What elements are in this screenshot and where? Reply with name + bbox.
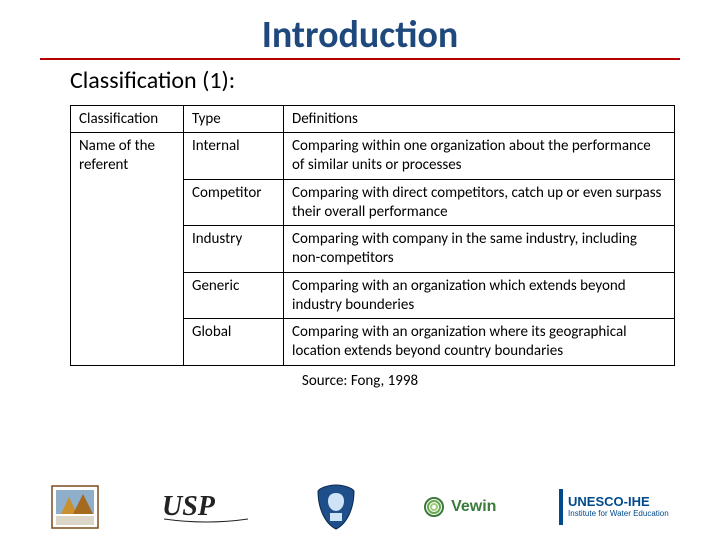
header-type: Type [184,105,284,133]
definition-cell: Comparing with an organization where its… [284,319,675,366]
affiliate-logo-icon [51,485,99,529]
slide: Introduction Classification (1): Classif… [0,0,720,540]
table-header-row: Classification Type Definitions [71,105,675,133]
definition-cell: Comparing within one organization about … [284,133,675,180]
slide-subtitle: Classification (1): [70,66,680,95]
classification-table: Classification Type Definitions Name of … [70,105,675,366]
header-classification: Classification [71,105,184,133]
unesco-bar-icon [559,489,563,525]
type-cell: Global [184,319,284,366]
vewin-text: Vewin [451,498,496,516]
footer-logos: USP Vewin UNESCO-IHE Institute fo [0,482,720,532]
type-cell: Generic [184,272,284,319]
definition-cell: Comparing with direct competitors, catch… [284,179,675,226]
type-cell: Industry [184,226,284,273]
usp-logo-icon: USP [162,489,252,525]
type-cell: Competitor [184,179,284,226]
group-label-cell: Name of the referent [71,133,184,366]
unesco-line2: Institute for Water Education [568,509,669,518]
source-line: Source: Fong, 1998 [40,372,680,390]
unesco-line1: UNESCO-IHE [568,495,669,509]
header-definitions: Definitions [284,105,675,133]
vewin-swirl-icon [421,494,447,520]
definition-cell: Comparing with company in the same indus… [284,226,675,273]
usp-text: USP [162,491,216,522]
unesco-ihe-logo: UNESCO-IHE Institute for Water Education [559,489,669,525]
definition-cell: Comparing with an organization which ext… [284,272,675,319]
unesco-text-block: UNESCO-IHE Institute for Water Education [568,495,669,518]
table-row: Name of the referent Internal Comparing … [71,133,675,180]
slide-title: Introduction [40,14,680,60]
shield-logo-icon [314,483,358,531]
type-cell: Internal [184,133,284,180]
vewin-logo: Vewin [421,494,496,520]
